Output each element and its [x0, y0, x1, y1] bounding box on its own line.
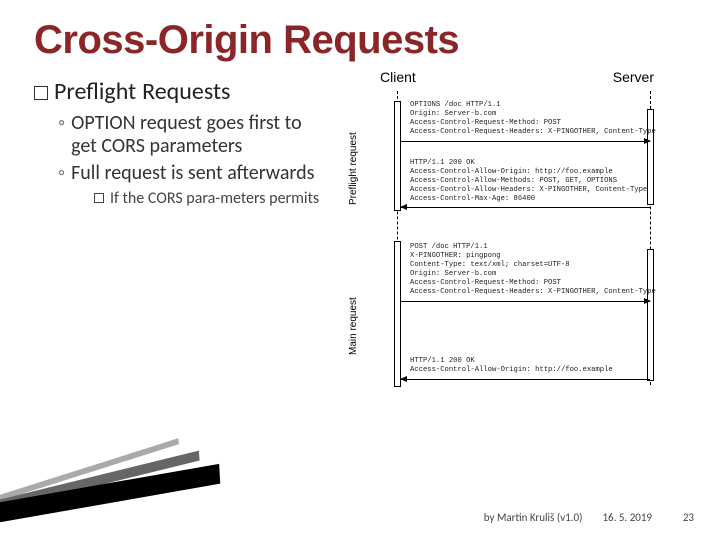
text-column: Preflight Requests ◦ OPTION request goes…	[34, 69, 322, 419]
bullet-list: ◦ OPTION request goes first to get CORS …	[58, 112, 322, 208]
footer-author: by Martin Kruliš (v1.0)	[484, 511, 583, 524]
list-item: ◦ OPTION request goes first to get CORS …	[58, 112, 322, 158]
heading-line: Preflight Requests	[34, 77, 322, 106]
arrow-left-icon	[401, 379, 650, 380]
request-msg-1: OPTIONS /doc HTTP/1.1 Origin: Server-b.c…	[410, 101, 656, 137]
diagram-column: Client Server Preflight request Main req…	[332, 69, 692, 419]
slide-footer: by Martin Kruliš (v1.0) 16. 5. 2019 23	[0, 511, 720, 524]
response-msg-1: HTTP/1.1 200 OK Access-Control-Allow-Ori…	[410, 159, 647, 204]
server-label: Server	[613, 69, 654, 85]
heading-keyword: Preflight	[54, 77, 136, 106]
arrow-right-icon	[401, 141, 650, 142]
bullet-text: OPTION request goes first to get CORS pa…	[71, 112, 322, 158]
activation-bar	[394, 101, 401, 211]
arrow-right-icon	[401, 301, 650, 302]
page-number: 23	[672, 511, 694, 524]
sub-bullet-text: If the CORS para-meters permits	[110, 189, 319, 208]
client-label: Client	[380, 69, 416, 85]
heading-rest: Requests	[142, 77, 230, 106]
content-columns: Preflight Requests ◦ OPTION request goes…	[34, 69, 692, 419]
bullet-text: Full request is sent afterwards	[71, 162, 314, 185]
ring-bullet-icon: ◦	[58, 112, 65, 158]
decorative-wedge	[0, 476, 230, 534]
list-item: ◦ Full request is sent afterwards	[58, 162, 322, 185]
preflight-vlabel: Preflight request	[348, 132, 359, 205]
square-bullet-icon	[94, 193, 104, 203]
square-bullet-icon	[34, 86, 48, 100]
request-msg-2: POST /doc HTTP/1.1 X-PINGOTHER: pingpong…	[410, 243, 656, 297]
wedge-stripe	[0, 451, 200, 512]
sequence-diagram: Client Server Preflight request Main req…	[332, 69, 692, 419]
slide-title: Cross-Origin Requests	[34, 18, 692, 63]
main-vlabel: Main request	[348, 297, 359, 355]
wedge-stripe	[0, 438, 179, 504]
slide: Cross-Origin Requests Preflight Requests…	[0, 0, 720, 540]
sub-list-item: If the CORS para-meters permits	[94, 189, 322, 208]
arrow-left-icon	[401, 207, 650, 208]
ring-bullet-icon: ◦	[58, 162, 65, 185]
response-msg-2: HTTP/1.1 200 OK Access-Control-Allow-Ori…	[410, 357, 613, 375]
footer-date: 16. 5. 2019	[602, 511, 652, 524]
activation-bar	[394, 241, 401, 387]
